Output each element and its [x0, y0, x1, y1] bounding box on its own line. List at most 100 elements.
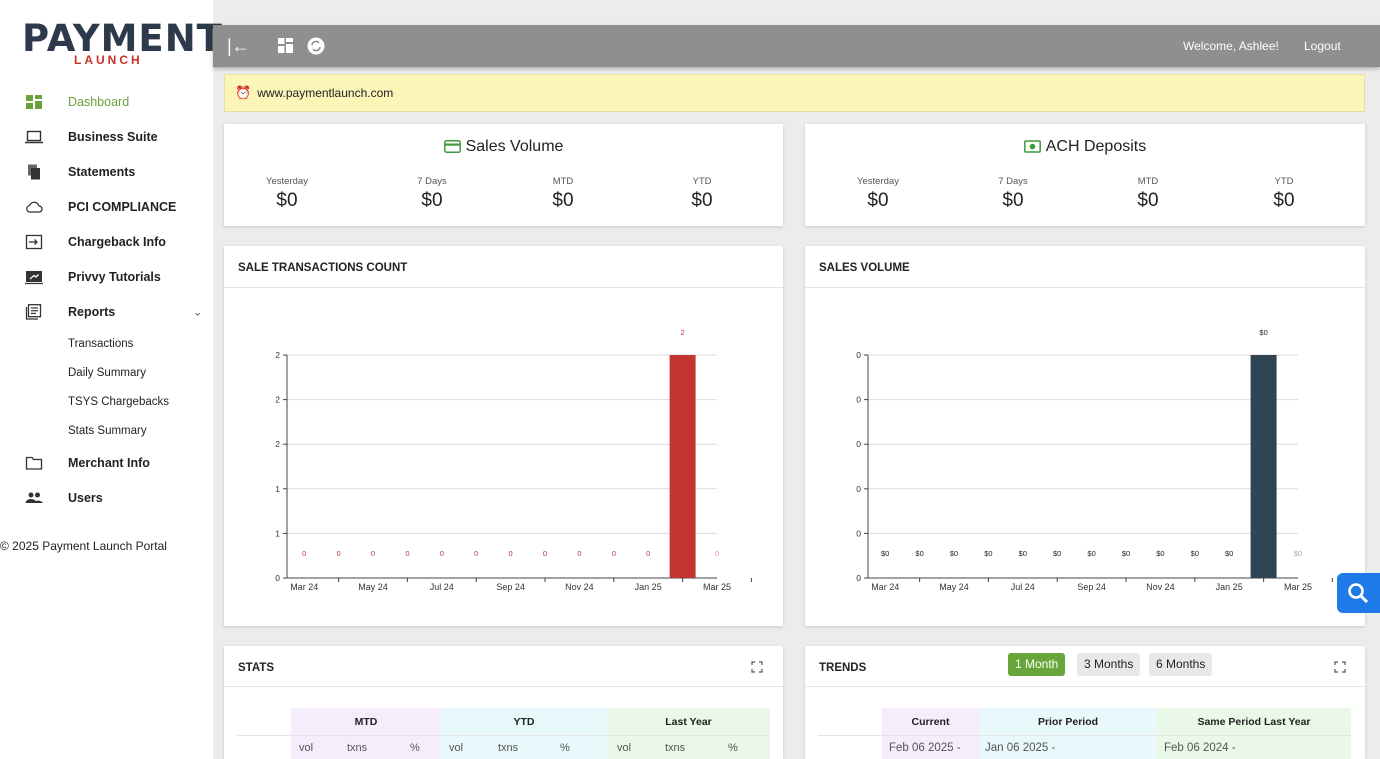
stats-col-vol: vol	[299, 742, 314, 754]
data-label: 2	[681, 328, 685, 337]
report-icon	[25, 303, 42, 320]
x-tick-label: May 24	[939, 582, 969, 592]
logo-subtext: LAUNCH	[74, 53, 143, 67]
sidebar-item-users[interactable]: Users	[0, 480, 213, 515]
kpi-mtd: MTD $0	[1137, 176, 1159, 211]
data-label: $0	[1294, 549, 1302, 558]
kpi-yesterday: Yesterday $0	[266, 176, 308, 211]
sidebar-item-chargeback-info[interactable]: Chargeback Info	[0, 224, 213, 259]
kpi-ytd: YTD $0	[1273, 176, 1295, 211]
x-tick-label: Jul 24	[430, 582, 454, 592]
stats-col-txns: txns	[498, 742, 519, 754]
sidebar-item-label: Business Suite	[68, 129, 158, 144]
data-label: $0	[1259, 328, 1267, 337]
trend-6-months-button[interactable]: 6 Months	[1149, 653, 1213, 676]
stats-col-pct: %	[728, 742, 738, 754]
sale-transactions-count-card: SALE TRANSACTIONS COUNT 0112220000000000…	[224, 246, 783, 626]
dashboard-grid-icon[interactable]	[278, 38, 293, 53]
sidebar-item-dashboard[interactable]: Dashboard	[0, 84, 213, 119]
sidebar-item-label: Users	[68, 490, 103, 505]
trends-last-year-value: Feb 06 2024 -	[1164, 742, 1236, 754]
sidebar-item-merchant-info[interactable]: Merchant Info	[0, 445, 213, 480]
sidebar-subitem-tsys-chargebacks[interactable]: TSYS Chargebacks	[0, 387, 213, 416]
dashboard-icon	[26, 94, 42, 109]
stats-col-txns: txns	[665, 742, 686, 754]
x-tick-label: Jan 25	[1216, 582, 1243, 592]
data-label: $0	[1191, 549, 1199, 558]
stats-col-pct: %	[560, 742, 570, 754]
sidebar-item-privvy-tutorials[interactable]: Privvy Tutorials	[0, 259, 213, 294]
ach-deposits-card: ACH Deposits Yesterday $0 7 Days $0 MTD $0 …	[805, 124, 1365, 226]
data-label: 0	[405, 549, 409, 558]
trends-card: TRENDS 1 Month 3 Months 6 Months Current…	[805, 646, 1365, 759]
trends-prior-value: Jan 06 2025 -	[985, 742, 1056, 754]
stats-subheader-row: vol txns % vol txns % vol txns %	[237, 735, 770, 759]
top-bar: |← Welcome, Ashlee! Logout	[213, 25, 1380, 67]
sidebar-subitem-transactions[interactable]: Transactions	[0, 329, 213, 358]
trend-3-months-button[interactable]: 3 Months	[1077, 653, 1141, 676]
logout-link[interactable]: Logout	[1304, 39, 1341, 53]
data-label: $0	[1019, 549, 1027, 558]
data-label: $0	[915, 549, 923, 558]
expand-icon[interactable]	[751, 661, 763, 673]
stats-header-last-year: Last Year	[607, 708, 770, 735]
y-tick-label: 0	[856, 528, 861, 538]
trends-header-same-period-last-year: Same Period Last Year	[1197, 716, 1311, 728]
x-tick-label: Mar 24	[871, 582, 899, 592]
stats-title: STATS	[224, 646, 783, 687]
x-tick-label: Mar 24	[290, 582, 318, 592]
collapse-sidebar-icon[interactable]: |←	[227, 36, 250, 56]
data-label: 0	[440, 549, 444, 558]
refresh-icon[interactable]	[307, 37, 325, 55]
expand-icon[interactable]	[1334, 661, 1346, 673]
data-label: 0	[474, 549, 478, 558]
presentation-icon	[25, 270, 43, 284]
sidebar-item-business-suite[interactable]: Business Suite	[0, 119, 213, 154]
chart-title: SALE TRANSACTIONS COUNT	[224, 246, 783, 288]
data-label: $0	[950, 549, 958, 558]
sidebar-item-label: Chargeback Info	[68, 234, 166, 249]
stats-col-vol: vol	[449, 742, 464, 754]
kpi-7-days: 7 Days $0	[417, 176, 447, 211]
sidebar-nav: Dashboard Business Suite Statements PCI …	[0, 84, 213, 515]
trends-current-value: Feb 06 2025 -	[889, 742, 961, 754]
sidebar-subitem-stats-summary[interactable]: Stats Summary	[0, 416, 213, 445]
y-tick-label: 0	[275, 573, 280, 583]
notice-text[interactable]: www.paymentlaunch.com	[257, 86, 393, 100]
kpi-ytd: YTD $0	[691, 176, 713, 211]
y-tick-label: 1	[275, 484, 280, 494]
data-label: 0	[371, 549, 375, 558]
data-label: $0	[1122, 549, 1130, 558]
stats-col-vol: vol	[617, 742, 632, 754]
cloud-icon	[26, 201, 43, 213]
y-tick-label: 2	[275, 439, 280, 449]
sidebar-item-label: Reports	[68, 304, 116, 319]
sales-volume-chart-card: SALES VOLUME 0 0 0 0 0 0 $0 $0 $0 $0 $0 $0 $0 $0 $0 $0 $…	[805, 246, 1365, 626]
x-tick-label: Nov 24	[565, 582, 594, 592]
sidebar-item-reports[interactable]: Reports ⌄	[0, 294, 213, 329]
data-label: 0	[577, 549, 581, 558]
sales-volume-card: Sales Volume Yesterday $0 7 Days $0 MTD $0 …	[224, 124, 783, 226]
data-label: $0	[1087, 549, 1095, 558]
search-fab-button[interactable]	[1337, 573, 1380, 613]
sales-volume-chart: 0 0 0 0 0 0 $0 $0 $0 $0 $0 $0 $0 $0 $0 $0 $0 $0 $0 Mar 24 Ma…	[856, 328, 1333, 592]
data-label: $0	[881, 549, 889, 558]
logo[interactable]: PAYMENT LAUNCH	[22, 20, 222, 68]
stats-col-pct: %	[410, 742, 420, 754]
x-tick-label: Jul 24	[1011, 582, 1035, 592]
trend-1-month-button[interactable]: 1 Month	[1008, 653, 1066, 676]
chevron-down-icon[interactable]: ⌄	[193, 305, 202, 318]
x-tick-label: Nov 24	[1146, 582, 1175, 592]
data-label: 0	[646, 549, 650, 558]
ach-deposits-title: ACH Deposits	[805, 138, 1365, 156]
y-tick-label: 1	[275, 528, 280, 538]
chart-title: SALES VOLUME	[805, 246, 1365, 288]
data-label: 0	[302, 549, 306, 558]
sale-transactions-count-chart: 0 1 1 2 2 2 0 0 0 0 0 0 0 0 0 0 0 2 0 Mar 24 May 24 Jul 24 Sep…	[275, 328, 752, 592]
x-tick-label: Sep 24	[1077, 582, 1106, 592]
sidebar-item-statements[interactable]: Statements	[0, 154, 213, 189]
sidebar-item-pci-compliance[interactable]: PCI COMPLIANCE	[0, 189, 213, 224]
users-icon	[25, 492, 43, 503]
sidebar-item-label: Merchant Info	[68, 455, 150, 470]
sidebar-subitem-daily-summary[interactable]: Daily Summary	[0, 358, 213, 387]
